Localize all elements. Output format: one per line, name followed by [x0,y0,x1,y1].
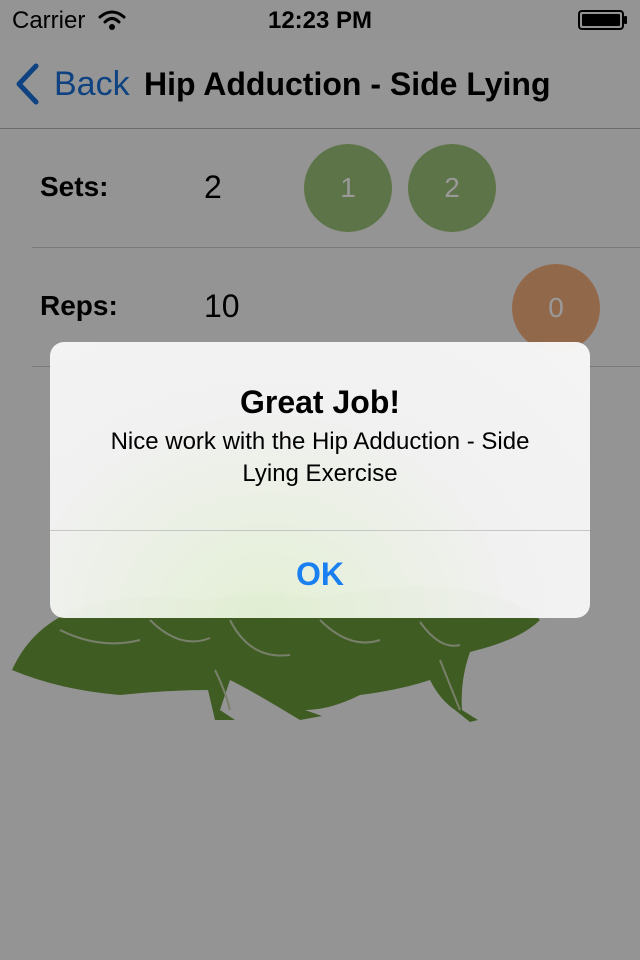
alert-message: Nice work with the Hip Adduction - Side … [110,428,530,487]
alert-title: Great Job! [239,384,401,420]
alert-dialog: Great Job! Nice work with the Hip Adduct… [50,342,590,618]
app-screen: Carrier 12:23 PM Back Hip Adduction - Si… [0,0,640,960]
ok-button[interactable]: OK [50,531,590,618]
